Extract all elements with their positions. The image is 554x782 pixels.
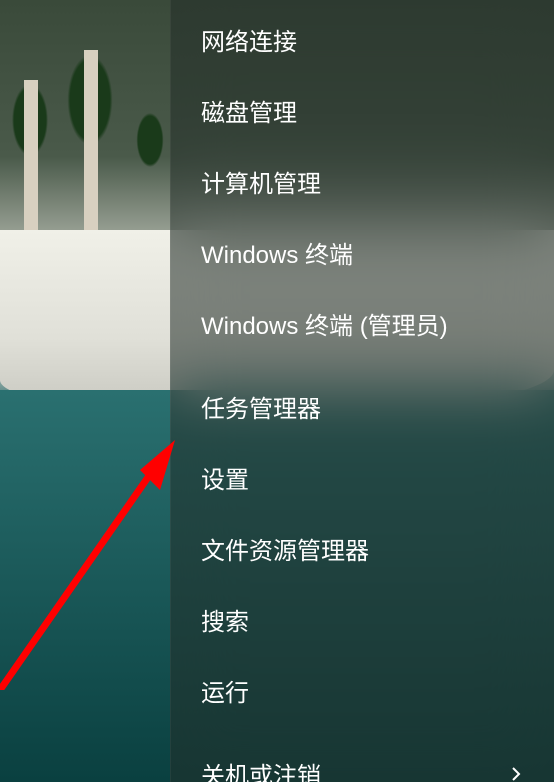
menu-item-disk-management[interactable]: 磁盘管理 bbox=[177, 77, 548, 144]
menu-label: 运行 bbox=[201, 673, 249, 708]
menu-label: Windows 终端 (管理员) bbox=[201, 306, 448, 341]
menu-item-search[interactable]: 搜索 bbox=[177, 586, 548, 653]
menu-label: 任务管理器 bbox=[201, 389, 321, 424]
winx-context-menu: 网络连接 磁盘管理 计算机管理 Windows 终端 Windows 终端 (管… bbox=[170, 0, 554, 782]
menu-label: 文件资源管理器 bbox=[201, 531, 369, 566]
menu-item-run[interactable]: 运行 bbox=[177, 657, 548, 724]
menu-item-file-explorer[interactable]: 文件资源管理器 bbox=[177, 515, 548, 582]
menu-item-windows-terminal[interactable]: Windows 终端 bbox=[177, 219, 548, 286]
menu-label: 磁盘管理 bbox=[201, 93, 297, 128]
menu-item-windows-terminal-admin[interactable]: Windows 终端 (管理员) bbox=[177, 290, 548, 357]
menu-label: Windows 终端 bbox=[201, 235, 353, 270]
menu-label: 设置 bbox=[201, 460, 249, 495]
menu-item-computer-management[interactable]: 计算机管理 bbox=[177, 148, 548, 215]
menu-item-settings[interactable]: 设置 bbox=[177, 444, 548, 511]
menu-item-network-connections[interactable]: 网络连接 bbox=[177, 6, 548, 73]
menu-label: 网络连接 bbox=[201, 22, 297, 57]
menu-label: 搜索 bbox=[201, 602, 249, 637]
menu-label: 关机或注销 bbox=[201, 756, 321, 782]
menu-item-shutdown-signout[interactable]: 关机或注销 bbox=[177, 740, 548, 782]
chevron-right-icon bbox=[506, 766, 526, 782]
menu-item-task-manager[interactable]: 任务管理器 bbox=[177, 373, 548, 440]
menu-label: 计算机管理 bbox=[201, 164, 321, 199]
